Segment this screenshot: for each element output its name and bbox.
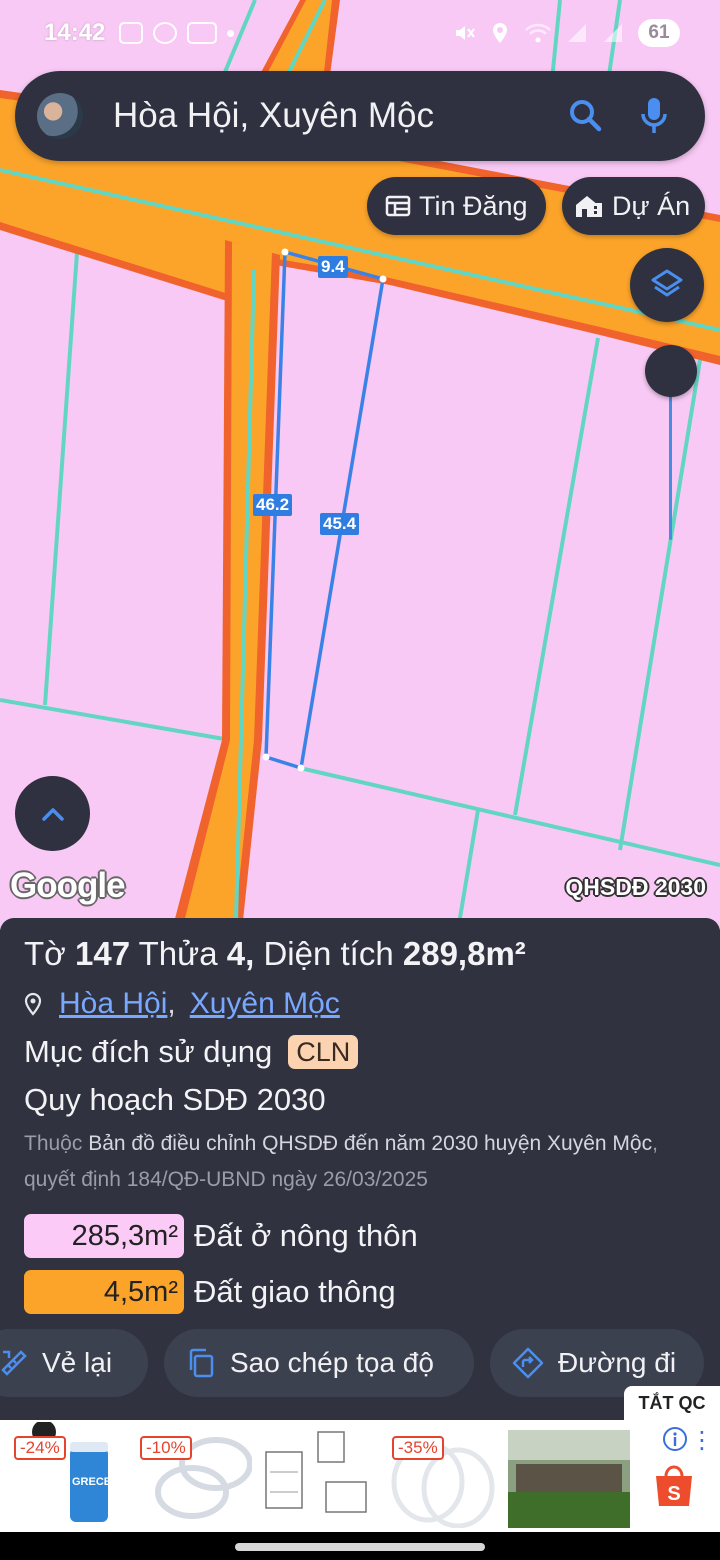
product-brand: GRECE <box>72 1476 112 1488</box>
signal-icon <box>568 24 586 42</box>
land-use-code-badge: CLN <box>288 1035 359 1069</box>
layers-icon <box>651 269 683 297</box>
dimension-label-top: 9.4 <box>318 256 348 278</box>
location-icon <box>493 23 507 43</box>
ad-product[interactable]: -24% GRECE <box>4 1420 126 1528</box>
parcel-location: Hòa Hội, Xuyên Mộc <box>24 984 696 1024</box>
messenger-icon <box>153 22 178 44</box>
tin-dang-label: Tin Đăng <box>419 190 528 221</box>
google-logo: Google <box>10 866 126 905</box>
notification-dot <box>227 29 235 37</box>
commune-link[interactable]: Hòa Hội <box>59 987 167 1021</box>
status-bar: 14:42 61 <box>0 0 720 66</box>
parcel-info-panel: Tờ 147 Thửa 4, Diện tích 289,8m² Hòa Hội… <box>0 918 720 1420</box>
plan-description: Thuộc Bản đồ điều chỉnh QHSDĐ đến năm 20… <box>24 1126 704 1198</box>
shopee-icon[interactable]: S <box>652 1462 696 1513</box>
du-an-label: Dự Án <box>612 190 691 221</box>
battery-indicator: 61 <box>638 19 680 47</box>
land-use-purpose: Mục đích sử dụng CLN <box>24 1032 696 1072</box>
desc-prefix: Thuộc <box>24 1132 83 1155</box>
parcel-title: Tờ 147 Thửa 4, Diện tích 289,8m² <box>24 932 696 976</box>
svg-text:S: S <box>667 1483 680 1505</box>
legend-row: 4,5m² Đất giao thông <box>24 1268 696 1316</box>
zalo-icon <box>187 22 218 44</box>
map-view[interactable]: 9.4 46.2 45.4 14:42 61 Hòa Hội, Xuyên Mộ… <box>0 0 720 930</box>
redraw-button[interactable]: Vẻ lại <box>0 1329 148 1397</box>
status-time: 14:42 <box>44 19 106 46</box>
search-bar[interactable]: Hòa Hội, Xuyên Mộc <box>15 71 705 161</box>
search-query[interactable]: Hòa Hội, Xuyên Mộc <box>113 96 563 136</box>
signal-icon <box>604 24 622 42</box>
area-label: Diện tích <box>263 935 394 972</box>
desc-map-name: Bản đồ điều chỉnh QHSDĐ đến năm 2030 huy… <box>88 1132 653 1155</box>
ad-info-icon[interactable] <box>662 1426 688 1457</box>
product-image <box>508 1430 630 1528</box>
copy-coordinates-button[interactable]: Sao chép tọa độ <box>164 1329 474 1397</box>
search-icon[interactable] <box>563 93 609 139</box>
ad-product[interactable]: -10% <box>130 1422 253 1528</box>
building-icon <box>576 196 602 217</box>
listing-icon <box>385 195 411 217</box>
discount-badge: -24% <box>14 1436 66 1460</box>
screenshot-icon <box>119 22 144 44</box>
purpose-label: Mục đích sử dụng <box>24 1034 273 1069</box>
legend-row: 285,3m² Đất ở nông thôn <box>24 1212 696 1260</box>
parcel-number: 4, <box>226 935 255 972</box>
sheet-label: Tờ <box>24 935 66 972</box>
discount-badge: -10% <box>140 1436 192 1460</box>
directions-icon <box>512 1347 544 1379</box>
ad-more-icon[interactable]: ⋮ <box>690 1426 714 1455</box>
ad-banner[interactable]: -24% GRECE -10% -35% ⋮ S <box>0 1420 720 1532</box>
tin-dang-chip[interactable]: Tin Đăng <box>367 177 546 235</box>
mic-icon[interactable] <box>631 93 677 139</box>
copy-coordinates-label: Sao chép tọa độ <box>230 1347 434 1378</box>
du-an-chip[interactable]: Dự Án <box>562 177 705 235</box>
area-value: 289,8m² <box>402 935 526 972</box>
copy-icon <box>189 1348 214 1378</box>
location-pin-icon <box>24 992 42 1016</box>
discount-badge: -35% <box>392 1436 444 1460</box>
map-layer-label: QHSDĐ 2030 <box>565 874 706 900</box>
home-gesture-handle[interactable] <box>235 1543 485 1551</box>
ad-product[interactable]: -35% <box>382 1422 504 1529</box>
legend-label-transport: Đất giao thông <box>194 1274 396 1309</box>
action-buttons: Vẻ lại Sao chép tọa độ Đường đi <box>0 1329 720 1399</box>
ad-product[interactable] <box>508 1422 630 1528</box>
navigation-bar <box>0 1532 720 1560</box>
opacity-slider-handle[interactable] <box>645 345 697 397</box>
sheet-number: 147 <box>74 935 131 972</box>
directions-label: Đường đi <box>558 1347 677 1378</box>
ad-product[interactable] <box>256 1422 378 1528</box>
wifi-icon <box>525 23 551 43</box>
dimension-label-right: 45.4 <box>320 513 360 535</box>
legend-area-transport: 4,5m² <box>24 1270 184 1314</box>
chevron-up-icon <box>41 807 64 821</box>
ruler-pencil-icon <box>1 1350 27 1376</box>
mute-icon <box>456 26 475 40</box>
product-image <box>265 1431 367 1513</box>
avatar[interactable] <box>37 93 83 139</box>
close-ad-button[interactable]: TẮT QC <box>624 1386 720 1420</box>
layers-button[interactable] <box>630 248 704 322</box>
opacity-slider-track[interactable] <box>669 380 672 540</box>
expand-panel-button[interactable] <box>15 776 90 851</box>
parcel-label: Thửa <box>138 935 218 972</box>
district-link[interactable]: Xuyên Mộc <box>190 987 340 1021</box>
redraw-label: Vẻ lại <box>42 1347 113 1378</box>
dimension-label-left: 46.2 <box>253 494 293 516</box>
legend-area-residential: 285,3m² <box>24 1214 184 1258</box>
legend-label-residential: Đất ở nông thôn <box>194 1218 418 1253</box>
plan-title: Quy hoạch SDĐ 2030 <box>24 1082 326 1117</box>
